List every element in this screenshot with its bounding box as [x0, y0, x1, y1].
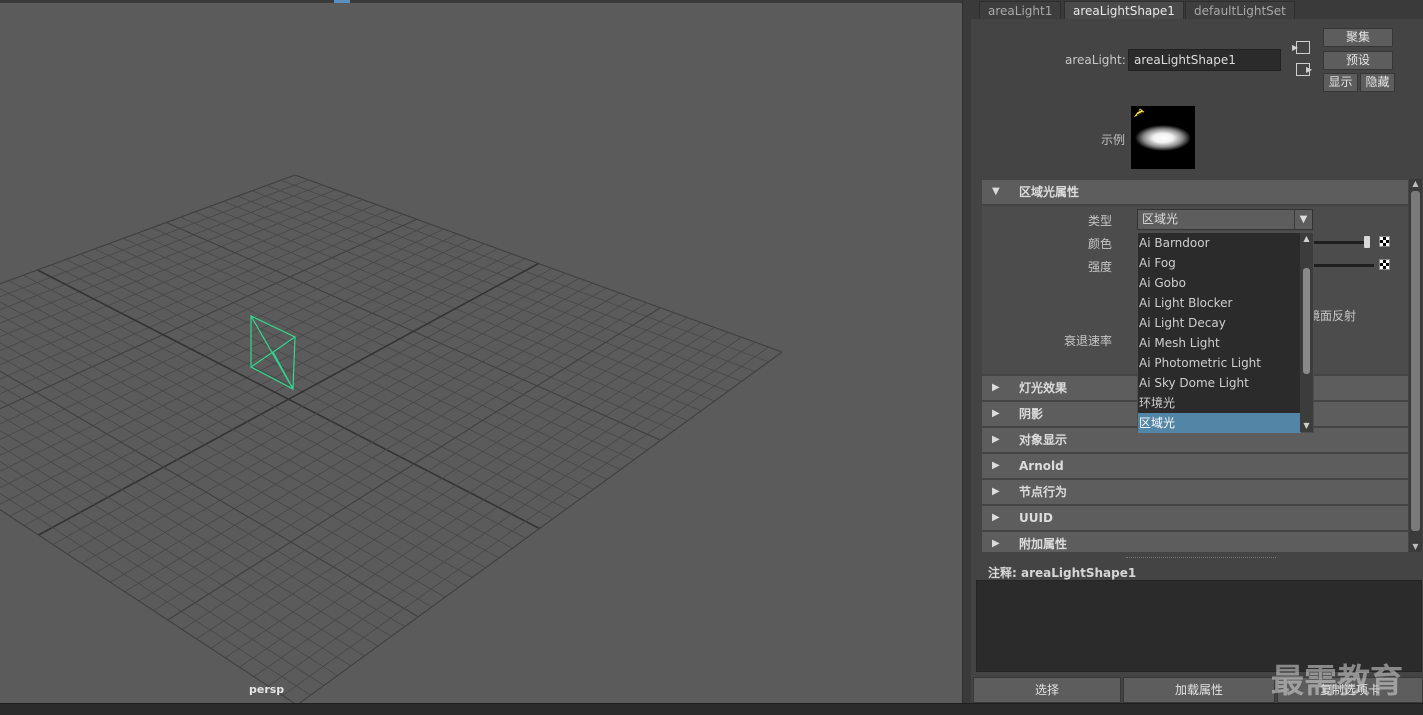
intensity-map-button[interactable]	[1379, 259, 1390, 270]
option-ai-gobo[interactable]: Ai Gobo	[1138, 273, 1301, 293]
hide-button[interactable]: 隐藏	[1360, 73, 1395, 92]
option-ai-sky-dome-light[interactable]: Ai Sky Dome Light	[1138, 373, 1301, 393]
expand-triangle-icon: ▶	[992, 512, 1000, 523]
option-area-light[interactable]: 区域光	[1138, 413, 1301, 433]
attribute-editor: areaLight1 areaLightShape1 defaultLightS…	[971, 0, 1423, 703]
color-label: 颜色	[1087, 237, 1112, 251]
type-dropdown[interactable]: 区域光 ▼	[1137, 209, 1313, 230]
light-sample-swatch	[1131, 106, 1195, 169]
emit-specular-label: 镜面反射	[1308, 309, 1357, 323]
ground-grid	[0, 174, 783, 703]
expand-triangle-icon: ▶	[992, 382, 1000, 393]
option-ai-photometric-light[interactable]: Ai Photometric Light	[1138, 353, 1301, 373]
option-ai-fog[interactable]: Ai Fog	[1138, 253, 1301, 273]
expand-triangle-icon: ▶	[992, 538, 1000, 549]
bottom-status-strip	[0, 703, 1423, 715]
scroll-down-icon[interactable]: ▼	[1409, 542, 1422, 552]
option-ai-barndoor[interactable]: Ai Barndoor	[1138, 233, 1301, 253]
panel-splitter[interactable]	[963, 0, 971, 703]
scroll-down-icon[interactable]: ▼	[1300, 420, 1313, 432]
notes-label: 注释: areaLightShape1	[988, 566, 1137, 580]
tab-area-light[interactable]: areaLight1	[979, 1, 1062, 19]
node-tab-bar: areaLight1 areaLightShape1 defaultLightS…	[971, 0, 1423, 19]
input-connection-icon[interactable]: ▶	[1292, 41, 1310, 54]
attribute-editor-scroll-thumb[interactable]	[1411, 191, 1420, 531]
option-ai-light-blocker[interactable]: Ai Light Blocker	[1138, 293, 1301, 313]
perspective-viewport[interactable]: persp	[0, 0, 963, 703]
options-scrollbar[interactable]: ▲ ▼	[1300, 233, 1313, 432]
section-area-light-attributes[interactable]: ▼ 区域光属性	[982, 180, 1408, 204]
load-attributes-button[interactable]: 加载属性	[1123, 677, 1275, 703]
dropdown-arrow-icon: ▼	[1294, 210, 1312, 229]
output-connection-icon[interactable]: ▶	[1296, 63, 1312, 76]
intensity-label: 强度	[1087, 260, 1112, 274]
presets-button[interactable]: 预设	[1323, 51, 1393, 70]
show-button[interactable]: 显示	[1323, 73, 1358, 92]
collapse-triangle-icon: ▼	[992, 186, 1000, 197]
color-map-button[interactable]	[1379, 236, 1390, 247]
tab-default-light-set[interactable]: defaultLightSet	[1185, 1, 1295, 19]
expand-triangle-icon: ▶	[992, 434, 1000, 445]
area-light-icon	[1132, 107, 1146, 119]
option-ai-light-decay[interactable]: Ai Light Decay	[1138, 313, 1301, 333]
color-slider-knob[interactable]	[1364, 236, 1370, 248]
resize-handle[interactable]	[1126, 557, 1276, 558]
camera-label: persp	[249, 683, 285, 696]
section-extra-attributes[interactable]: ▶ 附加属性	[982, 532, 1408, 552]
section-node-behavior[interactable]: ▶ 节点行为	[982, 480, 1408, 504]
scroll-up-icon[interactable]: ▲	[1409, 179, 1422, 189]
type-label: 类型	[1087, 214, 1112, 228]
options-scroll-thumb[interactable]	[1303, 268, 1310, 374]
type-options-list: Ai Barndoor Ai Fog Ai Gobo Ai Light Bloc…	[1137, 232, 1314, 433]
node-name-field[interactable]	[1128, 49, 1281, 71]
option-ai-mesh-light[interactable]: Ai Mesh Light	[1138, 333, 1301, 353]
color-slider-track[interactable]	[1312, 241, 1366, 244]
expand-triangle-icon: ▶	[992, 408, 1000, 419]
section-arnold[interactable]: ▶ Arnold	[982, 454, 1408, 478]
scroll-up-icon[interactable]: ▲	[1300, 233, 1313, 245]
focus-button[interactable]: 聚集	[1323, 28, 1393, 47]
select-button[interactable]: 选择	[973, 677, 1121, 703]
watermark: 最需教育	[1271, 661, 1403, 700]
tab-area-light-shape[interactable]: areaLightShape1	[1064, 1, 1184, 19]
sample-label: 示例	[1101, 133, 1126, 147]
node-type-label: areaLight:	[1065, 53, 1126, 67]
option-ambient-light[interactable]: 环境光	[1138, 393, 1301, 413]
decay-rate-label: 衰退速率	[1063, 334, 1112, 348]
intensity-slider-track[interactable]	[1312, 264, 1374, 267]
expand-triangle-icon: ▶	[992, 486, 1000, 497]
attribute-editor-scrollbar[interactable]: ▲ ▼	[1409, 179, 1422, 552]
section-uuid[interactable]: ▶ UUID	[982, 506, 1408, 530]
expand-triangle-icon: ▶	[992, 460, 1000, 471]
